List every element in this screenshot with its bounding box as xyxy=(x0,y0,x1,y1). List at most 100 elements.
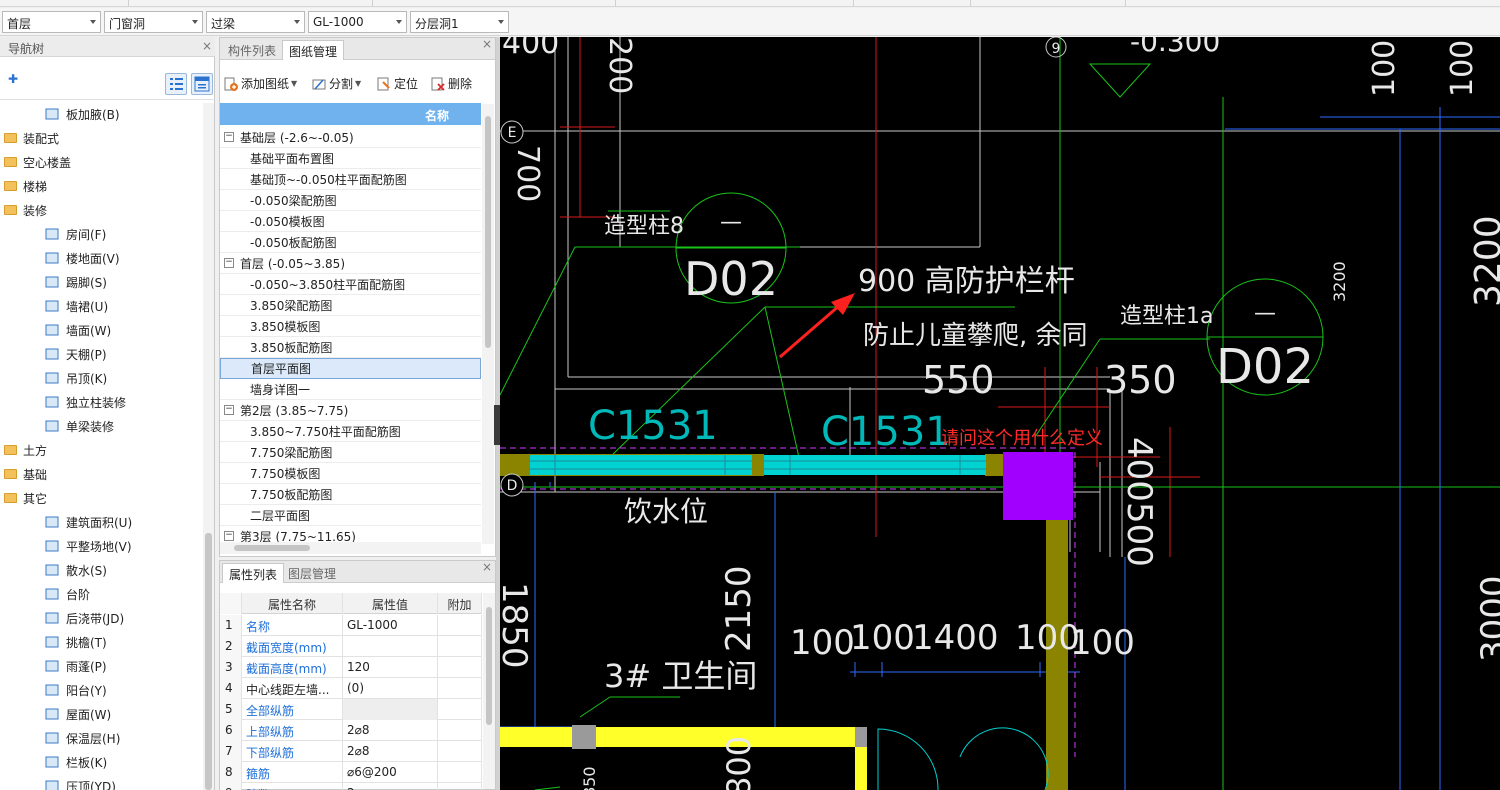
drawing-row[interactable]: 7.750梁配筋图 xyxy=(220,442,481,463)
add-icon[interactable]: ✚ xyxy=(8,72,18,86)
nav-item[interactable]: 独立柱装修 xyxy=(44,391,126,413)
collapse-icon[interactable]: − xyxy=(224,258,234,268)
nav-item[interactable]: 栏板(K) xyxy=(44,751,107,773)
tab-layer-management[interactable]: 图层管理 xyxy=(282,563,342,583)
floor-select[interactable]: 首层 xyxy=(2,11,101,33)
drawing-group-row[interactable]: − 首层 (-0.05~3.85) xyxy=(220,253,481,274)
property-row[interactable]: 8 箍筋 ⌀6@200 xyxy=(220,762,482,783)
drawing-group-row[interactable]: − 第3层 (7.75~11.65) xyxy=(220,526,481,542)
drawing-group-row[interactable]: − 基础层 (-2.6~-0.05) xyxy=(220,127,481,148)
property-row[interactable]: 6 上部纵筋 2⌀8 xyxy=(220,720,482,741)
property-row[interactable]: 1 名称 GL-1000 xyxy=(220,615,482,636)
nav-item[interactable]: 保温层(H) xyxy=(44,727,120,749)
property-row[interactable]: 5 全部纵筋 xyxy=(220,699,482,720)
nav-item[interactable]: 空心楼盖 xyxy=(4,151,71,173)
property-value[interactable]: (0) xyxy=(343,678,438,699)
drawing-row[interactable]: -0.050梁配筋图 xyxy=(220,190,481,211)
nav-scrollbar[interactable] xyxy=(203,103,214,790)
drawing-hscrollbar[interactable] xyxy=(220,542,481,554)
nav-item[interactable]: 装修 xyxy=(4,199,47,221)
tab-component-list[interactable]: 构件列表 xyxy=(222,40,282,60)
property-value[interactable]: GL-1000 xyxy=(343,615,438,636)
component-select[interactable]: GL-1000 xyxy=(308,11,407,33)
property-value[interactable]: 2 xyxy=(343,783,438,790)
drawing-vscroll-thumb[interactable] xyxy=(485,116,491,348)
nav-item[interactable]: 阳台(Y) xyxy=(44,679,107,701)
nav-scroll-thumb[interactable] xyxy=(205,533,212,790)
nav-item[interactable]: 单梁装修 xyxy=(44,415,114,437)
collapse-icon[interactable]: − xyxy=(224,132,234,142)
drawing-row[interactable]: 墙身详图一 xyxy=(220,379,481,400)
category-select[interactable]: 门窗洞 xyxy=(104,11,203,33)
detail-view-button[interactable] xyxy=(191,73,213,95)
property-row[interactable]: 4 中心线距左墙... (0) xyxy=(220,678,482,699)
add-drawing-label: 添加图纸 xyxy=(241,77,290,91)
nav-item[interactable]: 踢脚(S) xyxy=(44,271,107,293)
drawing-hscroll-thumb[interactable] xyxy=(234,545,310,551)
nav-item[interactable]: 墙面(W) xyxy=(44,319,111,341)
tab-drawing-management[interactable]: 图纸管理 xyxy=(282,40,345,60)
drawing-row[interactable]: 3.850板配筋图 xyxy=(220,337,481,358)
property-vscroll-thumb[interactable] xyxy=(486,607,492,725)
property-value[interactable]: ⌀6@200 xyxy=(343,762,438,783)
nav-item[interactable]: 装配式 xyxy=(4,127,59,149)
collapse-icon[interactable]: − xyxy=(224,405,234,415)
property-value[interactable] xyxy=(343,636,438,657)
nav-item[interactable]: 吊顶(K) xyxy=(44,367,107,389)
split-button[interactable]: 分割 ▼ xyxy=(312,75,361,92)
cad-drawing-canvas[interactable]: 9 E D — D02 — D02 400 200 700 -0.300 100… xyxy=(500,37,1500,790)
drawing-row[interactable]: -0.050板配筋图 xyxy=(220,232,481,253)
nav-item[interactable]: 压顶(YD) xyxy=(44,775,116,790)
nav-item[interactable]: 其它 xyxy=(4,487,47,509)
nav-item[interactable]: 板加腋(B) xyxy=(44,103,120,125)
property-vscrollbar[interactable] xyxy=(483,593,495,789)
drawing-row[interactable]: 3.850模板图 xyxy=(220,316,481,337)
tab-property-list[interactable]: 属性列表 xyxy=(222,563,285,583)
nav-item[interactable]: 平整场地(V) xyxy=(44,535,132,557)
drawing-row[interactable]: 基础平面布置图 xyxy=(220,148,481,169)
component-type-select[interactable]: 过梁 xyxy=(206,11,305,33)
property-value[interactable]: 120 xyxy=(343,657,438,678)
drawing-row[interactable]: 二层平面图 xyxy=(220,505,481,526)
nav-item[interactable]: 天棚(P) xyxy=(44,343,107,365)
nav-item[interactable]: 雨蓬(P) xyxy=(44,655,107,677)
property-row[interactable]: 7 下部纵筋 2⌀8 xyxy=(220,741,482,762)
collapse-icon[interactable]: − xyxy=(224,531,234,541)
nav-item[interactable]: 基础 xyxy=(4,463,47,485)
add-drawing-button[interactable]: 添加图纸 ▼ xyxy=(224,75,297,92)
drawing-row[interactable]: 首层平面图 xyxy=(220,358,481,379)
nav-item[interactable]: 建筑面积(U) xyxy=(44,511,132,533)
close-icon[interactable]: × xyxy=(202,39,212,53)
property-row[interactable]: 2 截面宽度(mm) xyxy=(220,636,482,657)
property-value[interactable]: 2⌀8 xyxy=(343,741,438,762)
nav-item[interactable]: 房间(F) xyxy=(44,223,106,245)
nav-item[interactable]: 散水(S) xyxy=(44,559,107,581)
drawing-row[interactable]: 7.750板配筋图 xyxy=(220,484,481,505)
nav-item[interactable]: 楼地面(V) xyxy=(44,247,120,269)
drawing-row[interactable]: -0.050~3.850柱平面配筋图 xyxy=(220,274,481,295)
nav-item[interactable]: 墙裙(U) xyxy=(44,295,108,317)
delete-button[interactable]: 删除 xyxy=(431,75,472,92)
drawing-row[interactable]: 基础顶~-0.050柱平面配筋图 xyxy=(220,169,481,190)
drawing-row[interactable]: 3.850~7.750柱平面配筋图 xyxy=(220,421,481,442)
drawing-group-row[interactable]: − 第2层 (3.85~7.75) xyxy=(220,400,481,421)
nav-item[interactable]: 台阶 xyxy=(44,583,90,605)
nav-item[interactable]: 屋面(W) xyxy=(44,703,111,725)
layer-select[interactable]: 分层洞1 xyxy=(410,11,509,33)
drawing-row[interactable]: -0.050模板图 xyxy=(220,211,481,232)
locate-button[interactable]: 定位 xyxy=(377,75,418,92)
drawing-row[interactable]: 3.850梁配筋图 xyxy=(220,295,481,316)
close-icon[interactable]: × xyxy=(482,560,492,574)
property-value[interactable]: 2⌀8 xyxy=(343,720,438,741)
property-row[interactable]: 3 截面高度(mm) 120 xyxy=(220,657,482,678)
close-icon[interactable]: × xyxy=(482,37,492,51)
nav-item[interactable]: 后浇带(JD) xyxy=(44,607,124,629)
drawing-vscrollbar[interactable] xyxy=(482,104,494,544)
nav-item[interactable]: 楼梯 xyxy=(4,175,47,197)
nav-item[interactable]: 土方 xyxy=(4,439,47,461)
nav-item[interactable]: 挑檐(T) xyxy=(44,631,107,653)
list-view-button[interactable] xyxy=(165,73,187,95)
drawing-row[interactable]: 7.750模板图 xyxy=(220,463,481,484)
property-row[interactable]: 9肢数2 xyxy=(220,783,482,790)
property-value[interactable] xyxy=(343,699,438,720)
